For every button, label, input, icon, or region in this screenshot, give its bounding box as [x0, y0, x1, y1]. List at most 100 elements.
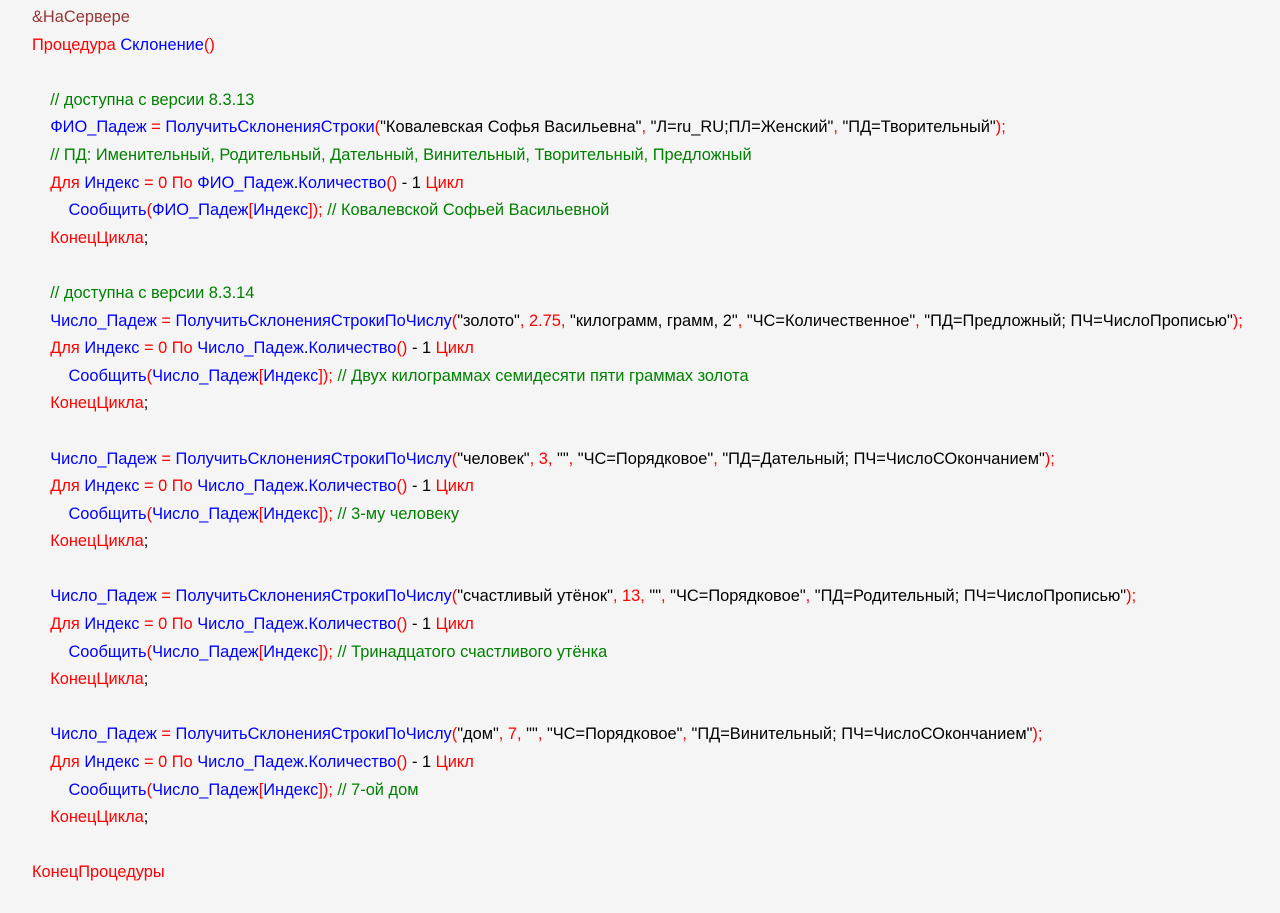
eq: =: [161, 312, 171, 330]
comma: ,: [661, 587, 666, 605]
string: "золото": [457, 312, 520, 330]
proc-keyword: Процедура: [32, 36, 116, 54]
minus-one: - 1: [412, 615, 431, 633]
string: "ПД=Дательный; ПЧ=ЧислоСОкончанием": [722, 450, 1044, 468]
fn: ПолучитьСклоненияСтрокиПоЧислу: [176, 587, 452, 605]
comment: // Тринадцатого счастливого утёнка: [337, 643, 607, 661]
fn: Сообщить: [68, 367, 146, 385]
eq: =: [144, 339, 154, 357]
paren: (): [396, 753, 407, 771]
comma: ,: [569, 450, 574, 468]
comma: ,: [806, 587, 811, 605]
to: По: [172, 477, 193, 495]
eq: =: [144, 477, 154, 495]
idx: Индекс: [263, 367, 318, 385]
paren: );: [1045, 450, 1055, 468]
string: "ПД=Предложный; ПЧ=ЧислоПрописью": [924, 312, 1233, 330]
comma: ,: [833, 118, 838, 136]
to: По: [172, 339, 193, 357]
paren: );: [996, 118, 1006, 136]
paren: );: [1233, 312, 1243, 330]
idx: Индекс: [84, 615, 139, 633]
paren: );: [1032, 725, 1042, 743]
string: "ЧС=Порядковое": [578, 450, 713, 468]
endloop: КонецЦикла: [50, 670, 144, 688]
comment: // доступна с версии 8.3.13: [50, 91, 254, 109]
proc-name: Склонение: [120, 36, 204, 54]
fn: ПолучитьСклоненияСтрокиПоЧислу: [176, 312, 452, 330]
method: Количество: [308, 339, 396, 357]
comma: ,: [613, 587, 618, 605]
string: "ПД=Родительный; ПЧ=ЧислоПрописью": [815, 587, 1126, 605]
num: 0: [158, 753, 167, 771]
var: Число_Падеж: [197, 615, 304, 633]
num: 0: [158, 339, 167, 357]
fn: Сообщить: [68, 201, 146, 219]
string: "Ковалевская Софья Васильевна": [380, 118, 641, 136]
comment: // Ковалевской Софьей Васильевной: [327, 201, 609, 219]
num: 0: [158, 615, 167, 633]
comma: ,: [548, 450, 553, 468]
fn: ПолучитьСклоненияСтрокиПоЧислу: [176, 725, 452, 743]
var: ФИО_Падеж: [197, 174, 293, 192]
comma: ,: [561, 312, 566, 330]
num: 7: [508, 725, 517, 743]
string: "человек": [457, 450, 529, 468]
for: Для: [50, 339, 80, 357]
eq: =: [144, 615, 154, 633]
eq: =: [161, 450, 171, 468]
fn: Сообщить: [68, 781, 146, 799]
var: Число_Падеж: [152, 367, 259, 385]
string: "": [557, 450, 569, 468]
var: Число_Падеж: [152, 781, 259, 799]
comma: ,: [538, 725, 543, 743]
idx: Индекс: [84, 174, 139, 192]
eq: =: [144, 753, 154, 771]
endloop: КонецЦикла: [50, 808, 144, 826]
idx: Индекс: [263, 643, 318, 661]
string: "ЧС=Порядковое": [547, 725, 682, 743]
directive: &НаСервере: [32, 8, 130, 26]
var: Число_Падеж: [197, 477, 304, 495]
comma: ,: [915, 312, 920, 330]
string: "дом": [457, 725, 499, 743]
var: Число_Падеж: [197, 339, 304, 357]
comma: ,: [530, 450, 535, 468]
num: 0: [158, 477, 167, 495]
method: Количество: [308, 477, 396, 495]
eq: =: [161, 725, 171, 743]
comma: ,: [517, 725, 522, 743]
minus-one: - 1: [412, 753, 431, 771]
comma: ,: [641, 118, 646, 136]
paren: (): [386, 174, 397, 192]
to: По: [172, 174, 193, 192]
string: "": [526, 725, 538, 743]
endloop: КонецЦикла: [50, 229, 144, 247]
fn: Сообщить: [68, 505, 146, 523]
var: ФИО_Падеж: [50, 118, 146, 136]
bracket: ]);: [318, 367, 333, 385]
idx: Индекс: [84, 339, 139, 357]
string: "счастливый утёнок": [457, 587, 613, 605]
comma: ,: [713, 450, 718, 468]
loop: Цикл: [436, 477, 474, 495]
var: ФИО_Падеж: [152, 201, 248, 219]
idx: Индекс: [253, 201, 308, 219]
endloop: КонецЦикла: [50, 394, 144, 412]
comma: ,: [738, 312, 743, 330]
var: Число_Падеж: [152, 643, 259, 661]
bracket: ]);: [318, 781, 333, 799]
comma: ,: [520, 312, 525, 330]
loop: Цикл: [436, 339, 474, 357]
method: Количество: [308, 753, 396, 771]
fn: ПолучитьСклоненияСтрокиПоЧислу: [176, 450, 452, 468]
comment: // 7-ой дом: [337, 781, 418, 799]
comma: ,: [499, 725, 504, 743]
loop: Цикл: [426, 174, 464, 192]
num: 3: [539, 450, 548, 468]
fn: Сообщить: [68, 643, 146, 661]
var: Число_Падеж: [197, 753, 304, 771]
minus-one: - 1: [412, 339, 431, 357]
eq: =: [144, 174, 154, 192]
idx: Индекс: [263, 505, 318, 523]
